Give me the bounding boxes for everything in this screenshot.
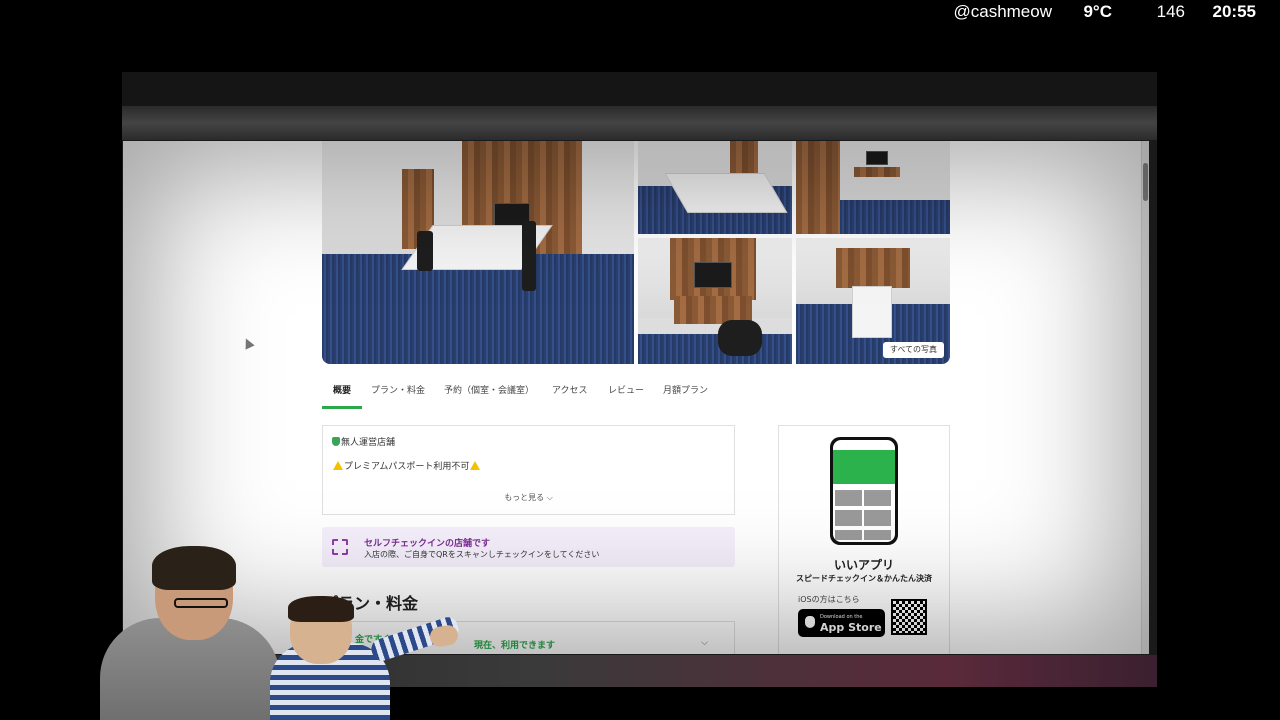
app-name: いいアプリ bbox=[833, 558, 894, 572]
section-tabs: 概要 プラン・料金 予約（個室・会議室） アクセス レビュー 月額プラン bbox=[322, 379, 950, 409]
tab-plans[interactable]: プラン・料金 bbox=[371, 379, 425, 409]
app-promo-card: いいアプリ スピードチェックイン＆かんたん決済 iOSの方はこちら Downlo… bbox=[778, 425, 950, 654]
clock: 20:55 bbox=[1212, 2, 1256, 21]
mouse-cursor-icon bbox=[241, 336, 255, 350]
app-store-label: App Store bbox=[820, 621, 882, 634]
unmanned-store-label: 無人運営店舗 bbox=[341, 438, 396, 448]
tab-reviews[interactable]: レビュー bbox=[608, 379, 644, 409]
ios-label: iOSの方はこちら bbox=[798, 595, 860, 604]
room-photo-2[interactable] bbox=[638, 141, 792, 234]
shield-icon bbox=[332, 437, 340, 446]
streamer-username: @cashmeow bbox=[953, 2, 1052, 21]
chevron-down-icon: ⌵ bbox=[546, 493, 553, 502]
tab-reservation[interactable]: 予約（個室・会議室） bbox=[444, 379, 534, 409]
availability-status: 現在、利用できます bbox=[474, 641, 556, 651]
chevron-down-icon[interactable]: ⌵ bbox=[701, 638, 708, 648]
phone-mockup-image bbox=[830, 437, 898, 545]
viewer-count: 146 bbox=[1156, 2, 1185, 21]
premium-warning-row: プレミアムパスポート利用不可 bbox=[332, 459, 481, 472]
room-photo-3[interactable] bbox=[796, 141, 950, 234]
show-more-link[interactable]: もっと見る ⌵ bbox=[323, 492, 734, 503]
unmanned-store-row: 無人運営店舗 bbox=[332, 435, 395, 448]
premium-warning-label: プレミアムパスポート利用不可 bbox=[344, 462, 470, 472]
blurred-browser-chrome bbox=[122, 106, 1157, 140]
webcam-overlay bbox=[100, 546, 480, 720]
warning-icon bbox=[470, 461, 481, 470]
tab-access[interactable]: アクセス bbox=[552, 379, 588, 409]
store-info-card: 無人運営店舗 プレミアムパスポート利用不可 もっと見る ⌵ bbox=[322, 425, 735, 515]
tab-monthly-plan[interactable]: 月額プラン bbox=[663, 379, 708, 409]
app-store-button[interactable]: Download on the App Store bbox=[798, 609, 885, 637]
apple-icon bbox=[805, 616, 815, 628]
page-scrollbar[interactable] bbox=[1141, 141, 1149, 654]
show-more-label: もっと見る bbox=[504, 493, 545, 502]
room-photo-4[interactable] bbox=[638, 238, 792, 364]
stream-overlay: @cashmeow 9°C 146 20:55 bbox=[0, 0, 1280, 24]
all-photos-button[interactable]: すべての写真 bbox=[882, 342, 944, 358]
warning-icon bbox=[333, 461, 343, 470]
scrollbar-thumb[interactable] bbox=[1143, 163, 1148, 201]
room-photo-5[interactable]: すべての写真 bbox=[796, 238, 950, 364]
app-tagline: スピードチェックイン＆かんたん決済 bbox=[796, 574, 932, 583]
capture-top-bar bbox=[122, 72, 1157, 106]
photo-gallery: すべての写真 bbox=[322, 141, 950, 364]
qr-code bbox=[891, 599, 927, 635]
stream-frame: @cashmeow 9°C 146 20:55 すべての写真 概要 プラン・料金… bbox=[0, 0, 1280, 720]
main-room-photo[interactable] bbox=[322, 141, 634, 364]
app-store-small-text: Download on the bbox=[820, 614, 863, 620]
tab-overview[interactable]: 概要 bbox=[322, 379, 363, 409]
temperature-readout: 9°C bbox=[1083, 2, 1112, 21]
